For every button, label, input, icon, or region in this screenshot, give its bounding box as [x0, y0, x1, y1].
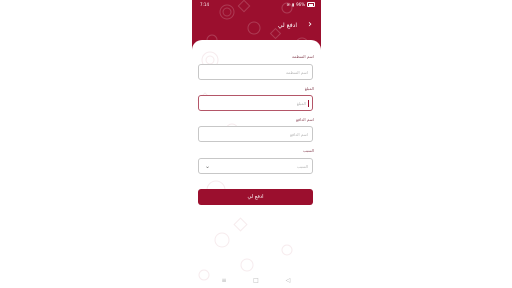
- text-cursor: [308, 100, 309, 107]
- wifi-icon: ≋: [286, 2, 290, 7]
- amount-label: المبلغ: [304, 86, 314, 91]
- reason-select[interactable]: ⌄ السبب: [198, 158, 313, 174]
- payer-name-placeholder: اسم الدافع: [290, 132, 308, 137]
- title-row: ادفع لي ›: [192, 18, 321, 34]
- reason-placeholder: السبب: [296, 164, 308, 169]
- amount-input[interactable]: المبلغ: [198, 95, 313, 111]
- battery-level: 96%: [296, 2, 305, 7]
- home-icon[interactable]: □: [252, 277, 260, 285]
- org-name-placeholder: اسم المنظمة: [286, 70, 308, 75]
- payer-name-input[interactable]: اسم الدافع: [198, 126, 313, 142]
- chevron-right-icon[interactable]: ›: [305, 19, 315, 31]
- reason-label: السبب: [302, 148, 314, 153]
- page-title: ادفع لي: [277, 22, 297, 29]
- status-time: 7:14: [200, 2, 209, 7]
- form-sheet: اسم المنظمة اسم المنظمة المبلغ المبلغ اس…: [192, 40, 321, 288]
- menu-icon[interactable]: ≡: [220, 277, 228, 285]
- pay-me-button[interactable]: ادفع لي: [198, 189, 313, 205]
- org-name-input[interactable]: اسم المنظمة: [198, 64, 313, 80]
- signal-icon: ▮: [291, 2, 295, 7]
- battery-icon: [307, 2, 315, 7]
- back-icon[interactable]: ◁: [284, 277, 292, 285]
- org-name-label: اسم المنظمة: [292, 54, 314, 59]
- payer-name-label: اسم الدافع: [296, 117, 314, 122]
- amount-placeholder: المبلغ: [296, 101, 306, 106]
- phone-screen: 7:14 ≋ ▮ 96% ادفع لي › اسم المنظمة اسم ا…: [192, 0, 321, 288]
- system-navbar: ≡ □ ◁: [192, 274, 321, 288]
- chevron-down-icon: ⌄: [205, 163, 211, 170]
- status-icons: ≋ ▮ 96%: [287, 2, 315, 7]
- status-bar: 7:14 ≋ ▮ 96%: [192, 0, 321, 10]
